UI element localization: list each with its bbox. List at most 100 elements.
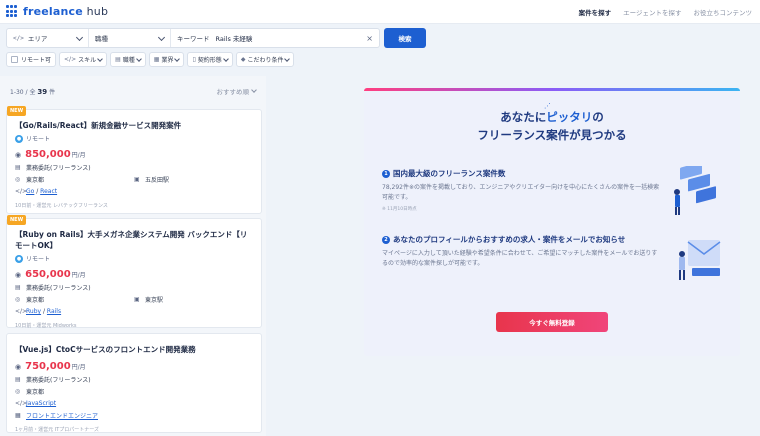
skill-link[interactable]: Ruby <box>26 308 41 315</box>
train-icon: ▣ <box>134 296 140 303</box>
sort-select[interactable]: おすすめ順 <box>217 86 257 96</box>
feature-2-heading: 2 あなたのプロフィールからおすすめの求人・案件をメールでお知らせ <box>382 234 662 245</box>
chevron-down-icon <box>284 55 291 62</box>
code-icon: </> <box>64 56 77 63</box>
skill-filter-label: スキル <box>78 57 97 64</box>
price-amount: 650,000 <box>25 269 71 280</box>
chevron-down-icon <box>222 55 229 62</box>
search-box: </> エリア 職種 キーワード Rails 未経験 × <box>6 28 380 48</box>
location-pin-icon: ◎ <box>15 388 21 395</box>
job-select[interactable]: 職種 <box>89 29 171 47</box>
filter-row: リモート可 </> スキル ▤ 職種 ▦ 業界 ▯ 契約形態 ◆ こだわり条件 <box>6 52 295 68</box>
register-button[interactable]: 今すぐ無料登録 <box>496 312 608 332</box>
chevron-down-icon <box>157 33 166 42</box>
location-pin-icon: ◎ <box>15 176 21 183</box>
search-row: </> エリア 職種 キーワード Rails 未経験 × 検索 <box>0 26 760 50</box>
checkbox[interactable] <box>11 56 18 63</box>
area-select[interactable]: </> エリア <box>7 29 89 47</box>
price-unit: 円/月 <box>71 272 86 279</box>
job-price: ◉ 850,000 円/月 <box>15 149 253 160</box>
price-amount: 850,000 <box>25 149 71 160</box>
skills-row: </> JavaScript <box>15 399 253 408</box>
price-unit: 円/月 <box>71 364 86 371</box>
remote-filter-label: リモート可 <box>21 57 52 64</box>
remote-filter[interactable]: リモート可 <box>6 52 57 67</box>
job-card[interactable]: NEW 【Ruby on Rails】大手メガネ企業システム開発 バックエンド【… <box>6 215 262 329</box>
location-label: 東京都 <box>26 297 45 304</box>
feature-1-heading: 1 国内最大級のフリーランス案件数 <box>382 168 662 179</box>
job-title[interactable]: 【Vue.js】CtoCサービスのフロントエンド開発業務 <box>15 344 253 355</box>
briefcase-icon: ▤ <box>15 376 21 383</box>
station-label: 東京駅 <box>145 297 164 304</box>
chevron-down-icon <box>174 55 181 62</box>
yen-icon: ◉ <box>15 271 22 279</box>
contract-filter-label: 契約形態 <box>197 57 222 64</box>
keyword-label: キーワード <box>177 35 210 43</box>
location-row: ◎ 東京都 ▣ 五反田駅 <box>15 175 253 184</box>
feature-title: 国内最大級のフリーランス案件数 <box>393 169 506 178</box>
skills-row: </> Ruby / Rails <box>15 308 62 315</box>
keyword-input[interactable]: キーワード Rails 未経験 × <box>171 29 379 47</box>
promo-panel: ⋰ あなたにピッタリの フリーランス案件が見つかる 1 国内最大級のフリーランス… <box>364 88 740 356</box>
new-badge: NEW <box>7 215 27 225</box>
nav-contents[interactable]: お役立ちコンテンツ <box>694 7 753 17</box>
industry-filter[interactable]: ▦ 業界 <box>148 52 185 67</box>
price-amount: 750,000 <box>25 361 71 372</box>
briefcase-icon: ▤ <box>15 284 21 291</box>
skills-row: </> Go / React <box>15 188 58 195</box>
remote-tag: ● リモート <box>15 134 253 143</box>
chevron-down-icon <box>97 55 103 62</box>
feature-note: ※ 11月10日時点 <box>382 207 417 212</box>
remote-tag: ● リモート <box>15 254 253 263</box>
clear-icon[interactable]: × <box>366 34 373 43</box>
skill-link[interactable]: JavaScript <box>26 400 56 407</box>
special-filter[interactable]: ◆ こだわり条件 <box>235 52 295 67</box>
chevron-down-icon <box>135 55 142 62</box>
skill-link[interactable]: Rails <box>47 308 61 315</box>
search-button[interactable]: 検索 <box>384 28 426 48</box>
remote-label: リモート <box>26 136 51 143</box>
job-card[interactable]: 【Vue.js】CtoCサービスのフロントエンド開発業務 ◉ 750,000 円… <box>6 333 262 433</box>
tag-icon: ◆ <box>240 56 246 63</box>
job-title[interactable]: 【Go/Rails/React】新規金融サービス開発案件 <box>15 120 253 131</box>
chevron-down-icon <box>75 33 84 42</box>
area-label: エリア <box>27 35 48 43</box>
remote-label: リモート <box>26 256 51 263</box>
job-list-column: 1-30 / 全 39 件 おすすめ順 NEW 【Go/Rails/React】… <box>0 76 266 436</box>
building-icon: ▦ <box>15 412 21 419</box>
job-label: 職種 <box>95 35 108 43</box>
job-card[interactable]: NEW 【Go/Rails/React】新規金融サービス開発案件 ● リモート … <box>6 106 262 214</box>
gradient-bar <box>364 88 740 91</box>
site-logo[interactable]: freelance hub <box>6 5 108 18</box>
location-label: 東京都 <box>26 389 45 396</box>
document-icon: ▯ <box>192 56 196 63</box>
industry-filter-label: 業界 <box>161 57 174 64</box>
top-header: freelance hub 案件を探す エージェントを探す お役立ちコンテンツ <box>0 0 760 24</box>
contract-filter[interactable]: ▯ 契約形態 <box>187 52 233 67</box>
role-link[interactable]: フロントエンドエンジニア <box>26 411 98 420</box>
station-label: 五反田駅 <box>145 177 170 184</box>
skill-link[interactable]: React <box>40 188 57 195</box>
nav-find-jobs[interactable]: 案件を探す <box>579 7 612 17</box>
job-title[interactable]: 【Ruby on Rails】大手メガネ企業システム開発 バックエンド【リモート… <box>15 229 253 251</box>
special-filter-label: こだわり条件 <box>247 57 284 64</box>
chevron-down-icon <box>251 87 257 93</box>
globe-icon: ● <box>15 254 23 263</box>
skill-filter[interactable]: </> スキル <box>59 52 108 67</box>
number-badge: 1 <box>382 169 390 178</box>
keyword-value: Rails 未経験 <box>215 35 253 43</box>
briefcase-icon: ▤ <box>115 56 121 63</box>
role-filter-label: 職種 <box>122 57 135 64</box>
job-price: ◉ 750,000 円/月 <box>15 361 253 372</box>
logo-text: freelance hub <box>23 5 109 18</box>
location-label: 東京都 <box>26 177 45 184</box>
contract-row: ▤ 業務委託(フリーランス) <box>15 375 253 384</box>
logo-grid-icon <box>6 5 19 18</box>
globe-icon: ● <box>15 134 23 143</box>
list-header: 1-30 / 全 39 件 おすすめ順 <box>0 76 266 106</box>
role-filter[interactable]: ▤ 職種 <box>110 52 146 67</box>
nav-find-agents[interactable]: エージェントを探す <box>623 7 681 17</box>
skill-link[interactable]: Go <box>26 188 34 195</box>
contract-label: 業務委託(フリーランス) <box>26 377 91 384</box>
code-icon: </> <box>13 34 24 42</box>
